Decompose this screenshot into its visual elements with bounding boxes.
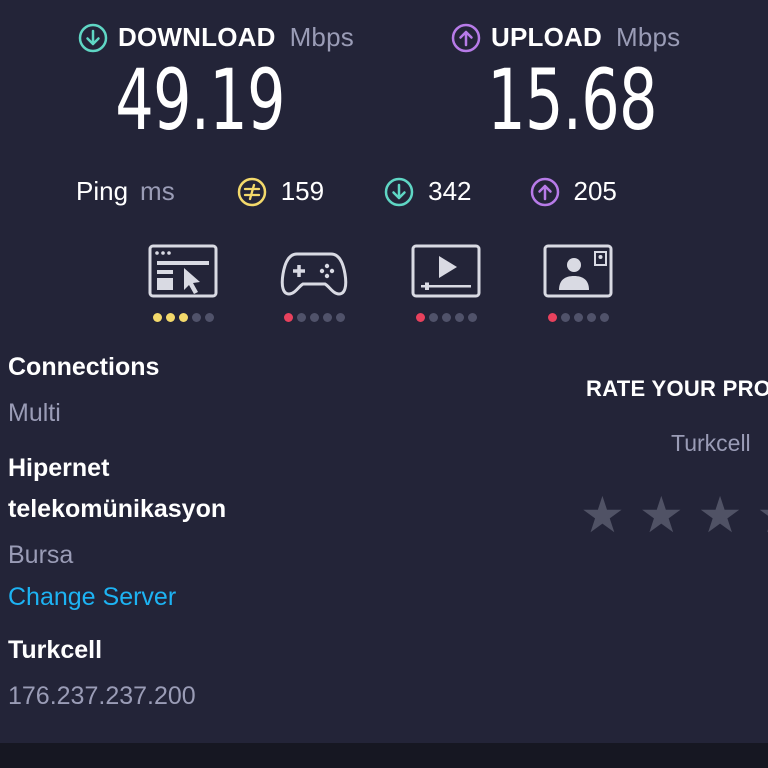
star-icon[interactable]: ★ [639,490,684,540]
change-server-link[interactable]: Change Server [8,583,176,612]
video-chat-icon [543,244,613,298]
ping-upload-value: 205 [573,176,617,206]
rating-dot [165,313,175,322]
download-latency-icon [384,177,414,206]
ping-unit: ms [140,176,175,206]
star-icon[interactable]: ★ [580,490,625,540]
rating-dot [441,313,451,322]
rating-dot [283,313,293,322]
ping-row: Ping ms 159 342 205 [76,176,696,207]
idle-latency-icon [237,177,266,206]
download-label: DOWNLOAD [118,22,276,52]
download-arrow-icon [78,23,108,52]
rating-dot [560,313,570,322]
upload-arrow-icon [451,23,481,52]
bottom-bar [0,743,768,768]
rating-dot [599,313,609,322]
download-unit: Mbps [289,22,354,52]
rate-provider-name: Turkcell [671,430,751,456]
server-location: Bursa [8,541,74,569]
upload-unit: Mbps [615,22,681,52]
rating-video-streaming[interactable] [411,244,481,322]
rating-dot [547,313,557,322]
ping-upload: 205 [530,176,617,207]
rating-dot [322,313,332,322]
download-header: DOWNLOAD Mbps [78,22,354,53]
star-rating[interactable]: ★ ★ ★ ★ [580,490,768,540]
ping-idle: 159 [237,176,324,207]
rating-dot [415,313,425,322]
star-icon[interactable]: ★ [698,490,743,540]
rating-dot [335,313,345,322]
upload-header: UPLOAD Mbps [451,22,680,53]
web-browsing-icon [148,244,218,298]
rating-dot [152,313,162,322]
rating-dots [543,313,613,322]
rating-dot [309,313,319,322]
rating-dot [296,313,306,322]
ping-download: 342 [384,176,472,207]
star-icon[interactable]: ★ [756,490,768,540]
rating-web-browsing[interactable] [148,244,218,322]
rating-dot [573,313,583,322]
rate-provider-title: RATE YOUR PRO [586,376,768,401]
server-name-line1: Hipernet [8,454,110,482]
rating-dot [586,313,596,322]
upload-latency-icon [530,177,559,206]
rating-dot [428,313,438,322]
connections-value: Multi [8,399,61,427]
isp-name: Turkcell [8,636,103,664]
ping-label: Ping [76,176,129,206]
gamepad-icon [280,252,348,296]
rating-dot [191,313,201,322]
ip-address: 176.237.237.200 [8,682,196,710]
ping-download-value: 342 [428,176,472,206]
download-speed-value: 49.19 [115,51,285,149]
rating-gaming[interactable] [279,244,349,322]
ping-idle-value: 159 [280,176,325,206]
rating-dots [279,313,349,322]
rating-video-chat[interactable] [543,244,613,322]
connections-label: Connections [8,353,160,381]
rating-dot [204,313,214,322]
video-play-icon [411,244,481,298]
rating-dot [454,313,464,322]
upload-speed-value: 15.68 [487,51,657,149]
server-name-line2: telekomünikasyon [8,495,227,523]
rating-dots [411,313,481,322]
upload-label: UPLOAD [491,22,602,52]
rating-dot [467,313,477,322]
rating-dots [148,313,218,322]
rating-dot [178,313,188,322]
